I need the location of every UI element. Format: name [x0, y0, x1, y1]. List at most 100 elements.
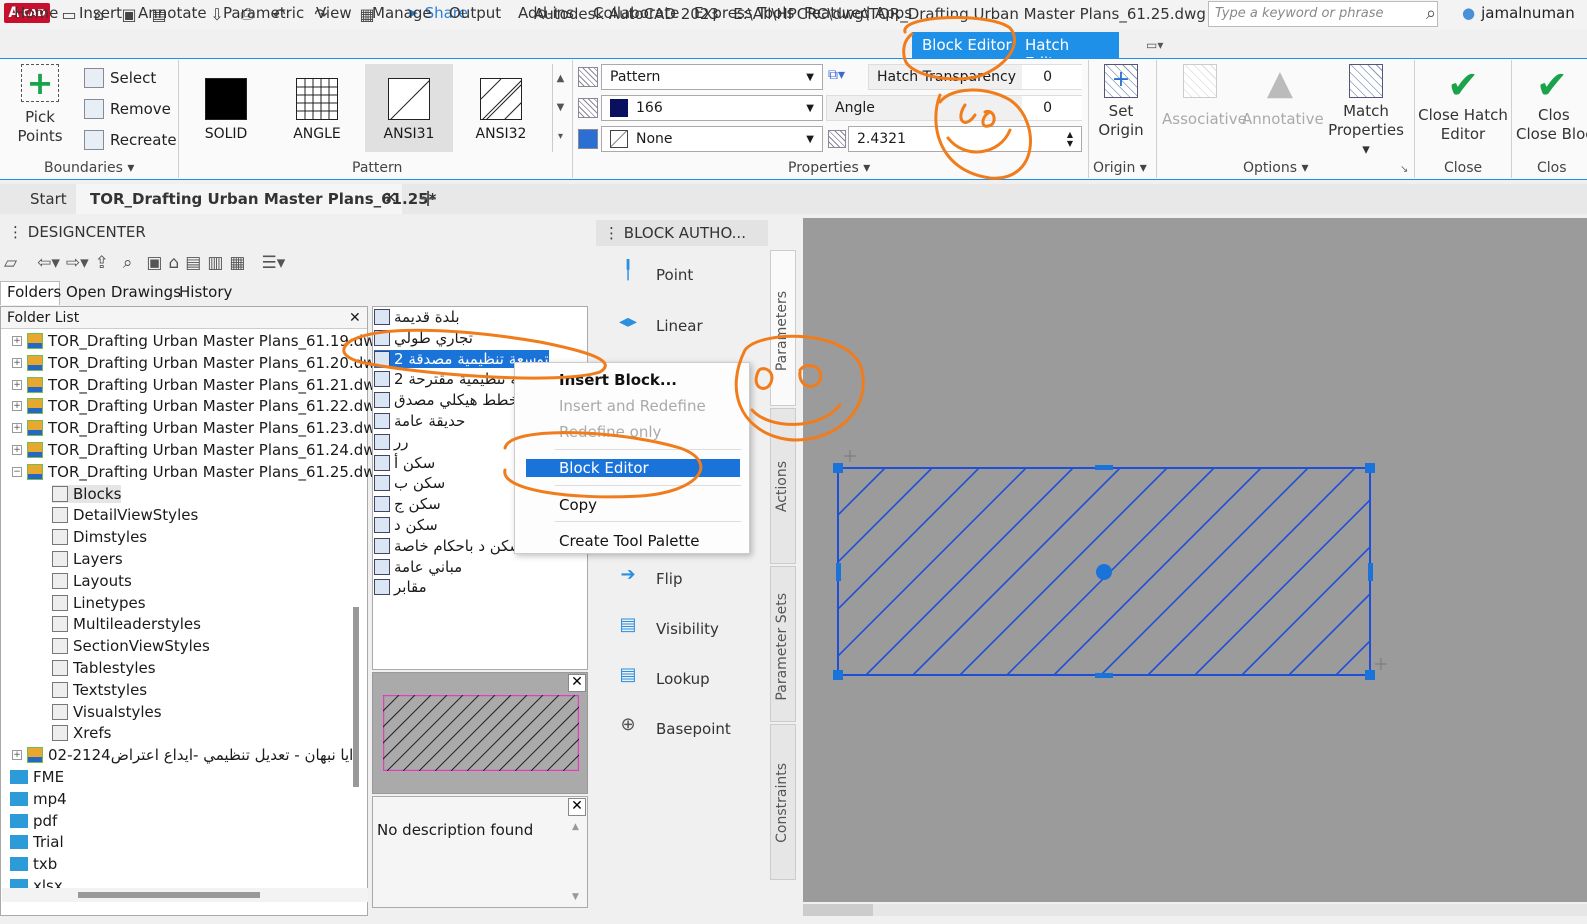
block-item[interactable]: مباني عامة: [374, 558, 462, 576]
collapse-icon[interactable]: −: [12, 466, 22, 477]
tree-subitem[interactable]: Tablestyles: [52, 659, 156, 677]
block-item[interactable]: مخطط هيكلي مصدق: [374, 391, 527, 409]
expand-icon[interactable]: +: [12, 336, 22, 346]
preview-icon[interactable]: ▥: [207, 253, 223, 273]
tree-subitem[interactable]: Layouts: [52, 572, 132, 590]
param-lookup[interactable]: ▤ Lookup: [612, 664, 709, 694]
tree-drawing[interactable]: + ايا نبهان - تعديل تنظيمي -ايداع اعتراض2…: [12, 746, 353, 764]
block-item[interactable]: سكن د باحكام خاصة: [374, 537, 522, 555]
close-hatch-editor-button[interactable]: ✔ Close Hatch Editor: [1416, 64, 1510, 144]
tab-start[interactable]: Start: [30, 190, 67, 208]
tree-folder[interactable]: txb: [10, 855, 57, 873]
pattern-solid[interactable]: SOLID: [190, 72, 262, 142]
menu-copy[interactable]: Copy: [559, 496, 597, 514]
tab-hatch-editor[interactable]: Hatch Editor: [1015, 32, 1119, 72]
tree-drawing[interactable]: + TOR_Drafting Urban Master Plans_61.20.d…: [12, 354, 385, 372]
tree-subitem[interactable]: Xrefs: [52, 724, 111, 742]
tab-express-tools[interactable]: Express Tools: [694, 4, 794, 22]
tab-home[interactable]: Home: [14, 4, 58, 22]
tab-history[interactable]: History: [179, 283, 232, 301]
expand-icon[interactable]: +: [12, 357, 22, 368]
menu-insert-block[interactable]: Insert Block...: [559, 371, 677, 389]
menu-block-editor[interactable]: Block Editor: [559, 459, 649, 477]
tree-subitem[interactable]: Dimstyles: [52, 528, 147, 546]
spinner-icon[interactable]: ▲ ▼: [1067, 130, 1073, 148]
tab-output[interactable]: Output: [449, 4, 501, 22]
hatch-color-dropdown[interactable]: 166 ▼: [601, 95, 823, 121]
block-item[interactable]: حديقة عامة: [374, 412, 465, 430]
tree-folder[interactable]: mp4: [10, 790, 67, 808]
load-icon[interactable]: ▱: [4, 253, 17, 273]
tree-drawing[interactable]: + TOR_Drafting Urban Master Plans_61.24.d…: [12, 441, 385, 459]
block-item[interactable]: سكن ج: [374, 495, 441, 513]
param-visibility[interactable]: ▤ Visibility: [612, 614, 718, 644]
options-launcher-icon[interactable]: ↘: [1400, 164, 1408, 175]
folder-list-scrollbar[interactable]: [353, 607, 359, 787]
expand-icon[interactable]: +: [12, 750, 22, 761]
recreate-button[interactable]: Recreate: [84, 130, 177, 150]
tree-subitem[interactable]: Textstyles: [52, 681, 147, 699]
tab-parametric[interactable]: Parametric: [223, 4, 304, 22]
tree-drawing[interactable]: + TOR_Drafting Urban Master Plans_61.22.d…: [12, 397, 385, 415]
tab-manage[interactable]: Manage: [372, 4, 432, 22]
search-icon[interactable]: ⌕: [123, 253, 133, 273]
new-tab-icon[interactable]: +: [418, 184, 438, 212]
tab-annotate[interactable]: Annotate: [138, 4, 207, 22]
block-item[interactable]: بلدة قديمة: [374, 308, 460, 326]
panel-title-boundaries[interactable]: Boundaries ▾: [44, 160, 134, 176]
close-description-icon[interactable]: ✕: [568, 798, 586, 816]
tab-featured-apps[interactable]: Featured Apps: [804, 4, 912, 22]
tree-folder[interactable]: FME: [10, 768, 64, 786]
tree-subitem[interactable]: Layers: [52, 550, 123, 568]
ribbon-toggle-icon[interactable]: ▭▾: [1146, 38, 1163, 52]
up-icon[interactable]: ⇪: [95, 253, 109, 273]
match-properties-button[interactable]: Match Properties ▾: [1326, 64, 1406, 159]
search-icon[interactable]: ⌕: [1426, 3, 1436, 24]
pattern-ansi32[interactable]: ANSI32: [465, 72, 537, 142]
remove-button[interactable]: Remove: [84, 99, 171, 119]
folder-list-hscroll[interactable]: [2, 888, 368, 902]
transparency-value[interactable]: 0: [1022, 65, 1082, 89]
tab-block-editor[interactable]: Block Editor: [912, 32, 1022, 58]
pick-points-button[interactable]: + Pick Points: [4, 64, 76, 146]
associative-button[interactable]: Associative: [1162, 64, 1247, 129]
user-account[interactable]: ● jamalnuman: [1462, 4, 1575, 22]
views-icon[interactable]: ☰▾: [261, 253, 285, 273]
vtab-parameters[interactable]: Parameters: [770, 250, 796, 406]
hatch-type-dropdown[interactable]: Pattern ▼: [601, 64, 823, 90]
tree-subitem[interactable]: DetailViewStyles: [52, 506, 198, 524]
menu-create-tool-palette[interactable]: Create Tool Palette: [559, 532, 699, 550]
hatch-object[interactable]: [803, 218, 1587, 902]
block-item[interactable]: تجاري طولي: [374, 329, 473, 347]
home-icon[interactable]: ⌂: [168, 253, 179, 273]
tree-drawing[interactable]: − TOR_Drafting Urban Master Plans_61.25.d…: [12, 463, 385, 481]
panel-title-properties[interactable]: Properties ▾: [788, 160, 870, 176]
close-block-editor-button[interactable]: ✔ ClosClose Block Ed: [1516, 64, 1587, 144]
tab-view[interactable]: View: [316, 4, 352, 22]
tab-open-drawings[interactable]: Open Drawings: [66, 283, 181, 301]
param-basepoint[interactable]: ⊕ Basepoint: [612, 714, 730, 744]
close-icon[interactable]: ✕: [349, 310, 361, 326]
tree-subitem[interactable]: SectionViewStyles: [52, 637, 210, 655]
tree-subitem[interactable]: Multileaderstyles: [52, 615, 201, 633]
tree-drawing[interactable]: + TOR_Drafting Urban Master Plans_61.19.d…: [12, 332, 385, 350]
tree-subitem[interactable]: Blocks: [52, 484, 122, 503]
tree-toggle-icon[interactable]: ▤: [185, 253, 201, 273]
back-icon[interactable]: ⇦▾: [37, 253, 60, 273]
transparency-icon[interactable]: ⧉▾: [828, 67, 845, 83]
angle-value[interactable]: 0: [1022, 96, 1082, 120]
block-item[interactable]: سكن ب: [374, 474, 445, 492]
favorites-icon[interactable]: ▣: [146, 253, 162, 273]
canvas-hscroll[interactable]: [803, 904, 1587, 916]
tab-insert[interactable]: Insert: [79, 4, 122, 22]
tree-subitem[interactable]: Visualstyles: [52, 703, 162, 721]
select-button[interactable]: Select: [84, 68, 156, 88]
tree-drawing[interactable]: + TOR_Drafting Urban Master Plans_61.23.d…: [12, 419, 385, 437]
block-item[interactable]: سكن د: [374, 516, 438, 534]
description-icon[interactable]: ▦: [229, 253, 245, 273]
expand-icon[interactable]: +: [12, 445, 22, 455]
new-file-icon[interactable]: ▭: [58, 3, 80, 25]
block-item[interactable]: مقابر: [374, 578, 427, 596]
tab-folders[interactable]: Folders: [0, 281, 61, 305]
vtab-constraints[interactable]: Constraints: [770, 724, 796, 880]
